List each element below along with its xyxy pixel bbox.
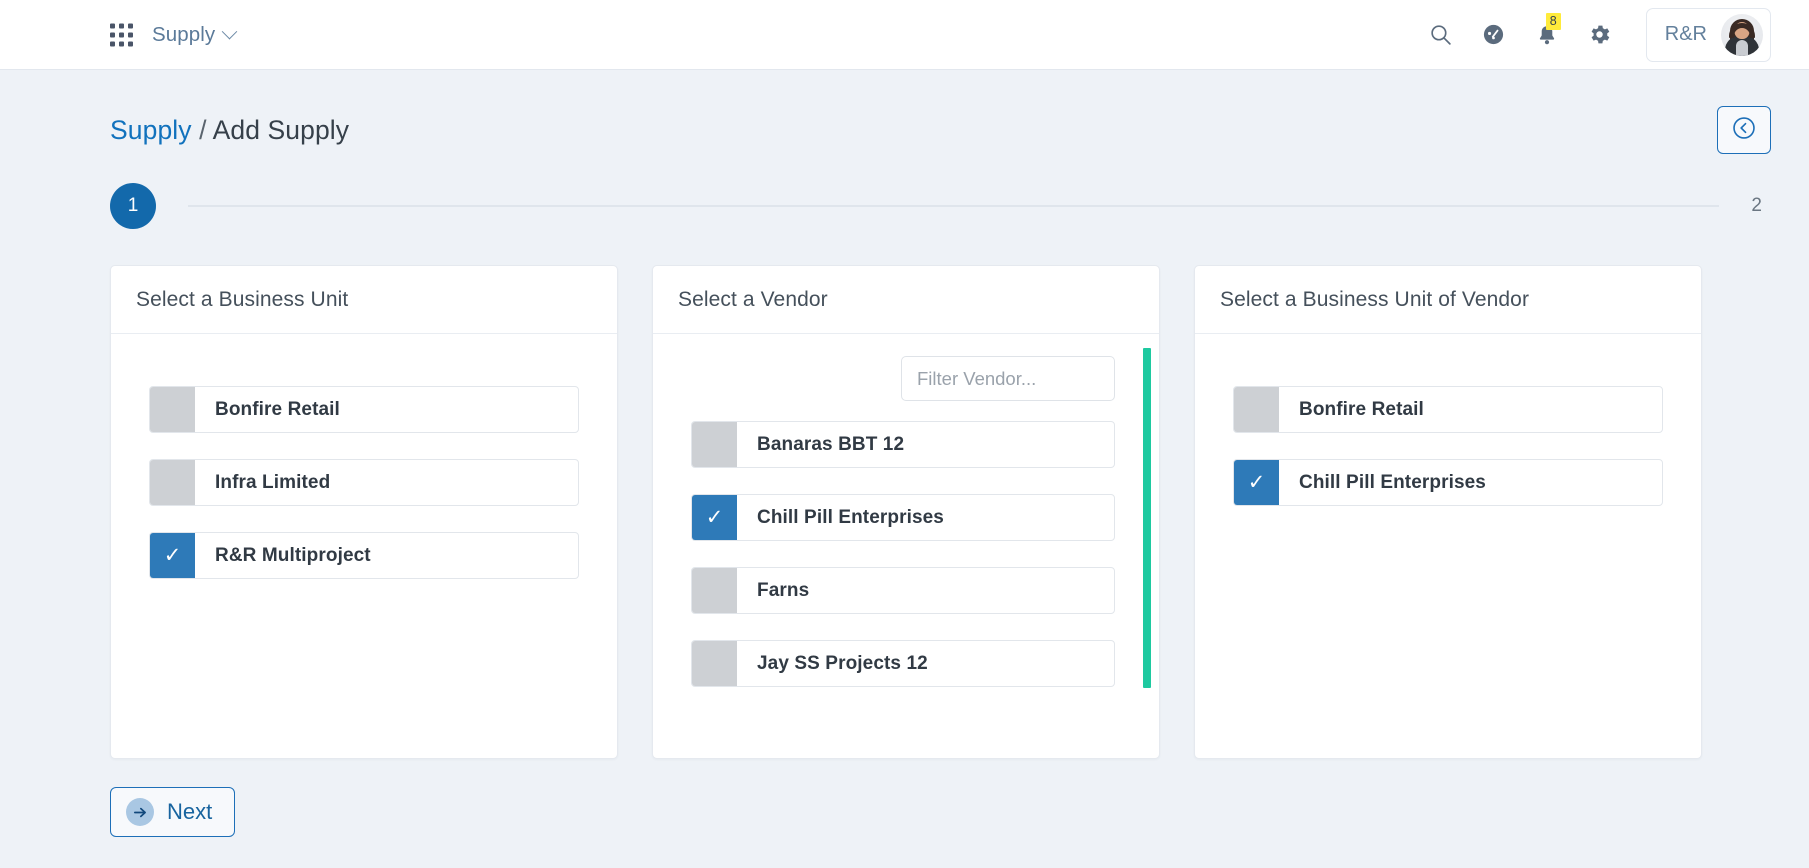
filter-row — [691, 356, 1115, 401]
stepper-step-2-label: 2 — [1751, 195, 1762, 216]
checkbox-unchecked-icon[interactable] — [150, 387, 195, 432]
filter-vendor-input[interactable] — [901, 356, 1115, 401]
top-bar-actions: 8 R&R — [1428, 7, 1771, 62]
list-item-label: Chill Pill Enterprises — [757, 506, 944, 528]
next-button[interactable]: Next — [110, 787, 236, 837]
notifications-bell-icon[interactable]: 8 — [1534, 12, 1561, 48]
next-button-label: Next — [167, 799, 213, 824]
grid-apps-icon[interactable] — [110, 23, 133, 46]
panel-header: Select a Business Unit of Vendor — [1195, 266, 1701, 334]
dashboard-gauge-icon[interactable] — [1481, 22, 1507, 48]
breadcrumb-row: Supply / Add Supply — [0, 70, 1809, 154]
list-item-label: Bonfire Retail — [1299, 398, 1424, 420]
circle-arrow-right-icon — [126, 798, 154, 826]
selection-panels: Select a Business Unit Bonfire Retail In… — [0, 229, 1809, 759]
list-item-label: Bonfire Retail — [215, 398, 340, 420]
list-item[interactable]: ✓ Chill Pill Enterprises — [691, 494, 1115, 541]
list-item[interactable]: ✓ Chill Pill Enterprises — [1233, 459, 1663, 506]
checkbox-unchecked-icon[interactable] — [1234, 387, 1279, 432]
avatar — [1721, 13, 1763, 56]
circle-chevron-left-icon — [1731, 115, 1757, 146]
checkbox-checked-icon[interactable]: ✓ — [692, 495, 737, 540]
list-item[interactable]: Infra Limited — [149, 459, 579, 506]
breadcrumb-separator: / — [199, 114, 207, 145]
panel-body: Banaras BBT 12 ✓ Chill Pill Enterprises … — [653, 334, 1159, 758]
page-title: Add Supply — [212, 114, 350, 145]
notification-count-badge: 8 — [1545, 12, 1561, 30]
settings-gear-icon[interactable] — [1587, 22, 1613, 48]
checkbox-unchecked-icon[interactable] — [692, 641, 737, 686]
breadcrumb: Supply / Add Supply — [110, 115, 349, 146]
list-item[interactable]: Bonfire Retail — [1233, 386, 1663, 433]
user-name-label: R&R — [1664, 23, 1707, 45]
back-button[interactable] — [1717, 106, 1771, 154]
list-item-label: Infra Limited — [215, 471, 331, 493]
stepper-step-1-label: 1 — [127, 195, 139, 216]
stepper-step-1[interactable]: 1 — [110, 183, 156, 229]
brand-menu[interactable]: Supply — [152, 22, 238, 47]
page-content: Supply / Add Supply 1 2 Select a Busines… — [0, 70, 1809, 837]
panel-vendor-business-unit: Select a Business Unit of Vendor Bonfire… — [1194, 265, 1702, 759]
brand-label: Supply — [152, 22, 216, 46]
wizard-footer: Next — [0, 759, 1809, 837]
list-item[interactable]: Banaras BBT 12 — [691, 421, 1115, 468]
chevron-down-icon — [222, 23, 238, 40]
wizard-stepper: 1 2 — [0, 154, 1809, 229]
top-bar: Supply 8 R&R — [0, 0, 1809, 70]
panel-body: Bonfire Retail Infra Limited ✓ R&R Multi… — [111, 334, 617, 758]
checkbox-checked-icon[interactable]: ✓ — [150, 533, 195, 578]
panel-header: Select a Business Unit — [111, 266, 617, 334]
search-icon[interactable] — [1428, 22, 1454, 48]
list-item[interactable]: Farns — [691, 567, 1115, 614]
vertical-scrollbar[interactable] — [1143, 348, 1151, 688]
list-item[interactable]: Bonfire Retail — [149, 386, 579, 433]
list-item-label: Chill Pill Enterprises — [1299, 471, 1486, 493]
checkbox-unchecked-icon[interactable] — [692, 568, 737, 613]
panel-vendor: Select a Vendor Banaras BBT 12 ✓ Chill P… — [652, 265, 1160, 759]
list-item[interactable]: Jay SS Projects 12 — [691, 640, 1115, 687]
stepper-connector-line — [188, 205, 1720, 207]
breadcrumb-root-link[interactable]: Supply — [110, 115, 192, 145]
panel-title: Select a Business Unit — [136, 288, 349, 311]
panel-header: Select a Vendor — [653, 266, 1159, 334]
checkbox-unchecked-icon[interactable] — [692, 422, 737, 467]
checkbox-checked-icon[interactable]: ✓ — [1234, 460, 1279, 505]
list-item-label: Farns — [757, 579, 810, 601]
panel-body: Bonfire Retail ✓ Chill Pill Enterprises — [1195, 334, 1701, 758]
list-item-label: R&R Multiproject — [215, 544, 371, 566]
user-menu[interactable]: R&R — [1645, 7, 1771, 62]
panel-title: Select a Vendor — [678, 288, 828, 311]
panel-business-unit: Select a Business Unit Bonfire Retail In… — [110, 265, 618, 759]
list-item[interactable]: ✓ R&R Multiproject — [149, 532, 579, 579]
list-item-label: Banaras BBT 12 — [757, 433, 905, 455]
checkbox-unchecked-icon[interactable] — [150, 460, 195, 505]
panel-title: Select a Business Unit of Vendor — [1220, 288, 1530, 311]
stepper-step-2[interactable]: 2 — [1751, 195, 1771, 217]
list-item-label: Jay SS Projects 12 — [757, 652, 928, 674]
